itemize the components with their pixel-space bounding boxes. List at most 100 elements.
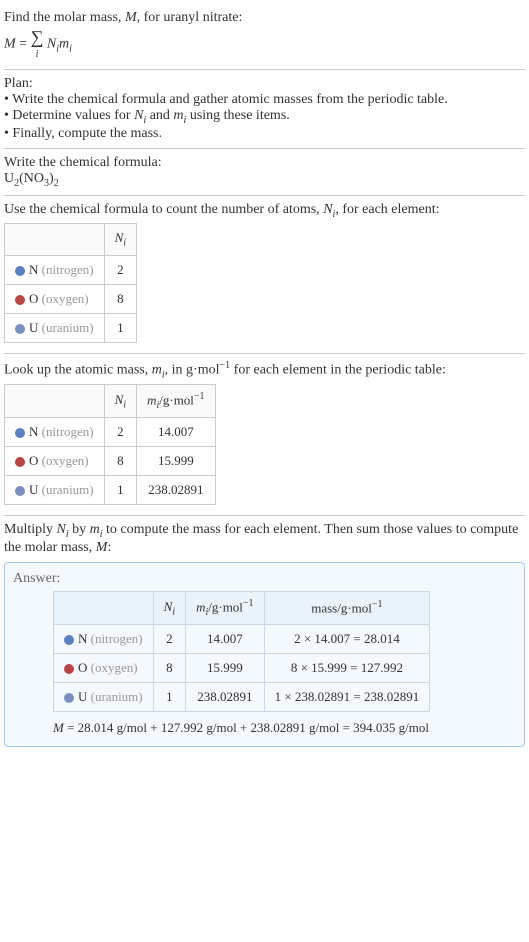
- element-name: (nitrogen): [91, 631, 143, 646]
- sigma-index: i: [36, 49, 39, 60]
- hNsub: i: [123, 400, 126, 411]
- formula-eq: =: [16, 37, 31, 52]
- element-name: (uranium): [42, 320, 94, 335]
- element-dot-icon: [64, 693, 74, 703]
- plan-section: Plan: • Write the chemical formula and g…: [4, 70, 525, 149]
- element-name: (uranium): [42, 482, 94, 497]
- plan-bullet-3: • Finally, compute the mass.: [4, 126, 525, 142]
- mass-table: Ni mi/g·mol−1 N (nitrogen) 2 14.007 O (o…: [4, 384, 216, 505]
- ahN: N: [164, 599, 173, 614]
- element-name: (nitrogen): [42, 424, 94, 439]
- chem-NO: (NO: [19, 171, 44, 186]
- element-symbol: N: [29, 262, 38, 277]
- ahmunit: /g·mol: [208, 599, 243, 614]
- element-symbol: O: [29, 453, 38, 468]
- atomic-mass-section: Look up the atomic mass, mi, in g·mol−1 …: [4, 354, 525, 516]
- formula-m: m: [59, 37, 69, 52]
- count-title-N: N: [323, 202, 332, 217]
- table-row: N (nitrogen) 2: [5, 255, 137, 284]
- mass-title-sup: −1: [220, 360, 231, 371]
- element-symbol: U: [29, 482, 38, 497]
- table-header-row: Ni mi/g·mol−1 mass/g·mol−1: [54, 592, 430, 625]
- table-row: O (oxygen) 8 15.999 8 × 15.999 = 127.992: [54, 654, 430, 683]
- calc-value: 1 × 238.02891 = 238.02891: [264, 683, 430, 712]
- element-dot-icon: [15, 428, 25, 438]
- formula-N: N: [47, 37, 56, 52]
- mass-title-b: , in g·mol: [165, 363, 220, 378]
- count-title: Use the chemical formula to count the nu…: [4, 202, 525, 220]
- count-value: 2: [153, 625, 185, 654]
- table-row: U (uranium) 1 238.02891 1 × 238.02891 = …: [54, 683, 430, 712]
- ahmass: mass/g·mol: [311, 601, 372, 616]
- table-row: U (uranium) 1: [5, 313, 137, 342]
- plan-m: m: [173, 108, 183, 123]
- hNsub: i: [123, 238, 126, 249]
- chem-close-sub: 2: [54, 178, 59, 189]
- mult-M: M: [96, 540, 108, 555]
- chemical-formula: U2(NO3)2: [4, 171, 525, 189]
- chemical-formula-section: Write the chemical formula: U2(NO3)2: [4, 149, 525, 196]
- count-value: 1: [104, 476, 136, 505]
- count-value: 1: [104, 313, 136, 342]
- element-cell: N (nitrogen): [54, 625, 154, 654]
- plan-title: Plan:: [4, 76, 525, 92]
- table-row: N (nitrogen) 2 14.007 2 × 14.007 = 28.01…: [54, 625, 430, 654]
- element-symbol: N: [78, 631, 87, 646]
- intro-text-b: , for uranyl nitrate:: [137, 10, 243, 25]
- sigma: ∑: [31, 27, 44, 47]
- header-Ni: Ni: [104, 385, 136, 418]
- calc-value: 8 × 15.999 = 127.992: [264, 654, 430, 683]
- count-value: 2: [104, 255, 136, 284]
- count-atoms-section: Use the chemical formula to count the nu…: [4, 196, 525, 354]
- count-value: 8: [153, 654, 185, 683]
- final-answer: M = 28.014 g/mol + 127.992 g/mol + 238.0…: [53, 720, 516, 736]
- hmunitsup: −1: [194, 391, 205, 402]
- intro-text: Find the molar mass,: [4, 10, 125, 25]
- calc-value: 2 × 14.007 = 28.014: [264, 625, 430, 654]
- plan-b2-b: and: [146, 108, 173, 123]
- formula-M: M: [4, 37, 16, 52]
- count-table: Ni N (nitrogen) 2 O (oxygen) 8 U (uraniu…: [4, 223, 137, 343]
- mass-value: 14.007: [137, 418, 215, 447]
- chem-U: U: [4, 171, 14, 186]
- element-symbol: O: [29, 291, 38, 306]
- element-symbol: U: [29, 320, 38, 335]
- element-name: (oxygen): [91, 660, 138, 675]
- ahmasssup: −1: [372, 599, 383, 610]
- molar-mass-formula: M = ∑i Nimi: [4, 28, 525, 61]
- ahmunitsup: −1: [243, 598, 254, 609]
- element-cell: O (oxygen): [5, 447, 105, 476]
- element-cell: N (nitrogen): [5, 255, 105, 284]
- header-empty: [54, 592, 154, 625]
- header-Ni: Ni: [153, 592, 185, 625]
- element-cell: U (uranium): [5, 313, 105, 342]
- element-cell: U (uranium): [5, 476, 105, 505]
- table-row: N (nitrogen) 2 14.007: [5, 418, 216, 447]
- plan-b2-c: using these items.: [186, 108, 289, 123]
- element-name: (nitrogen): [42, 262, 94, 277]
- mass-value: 238.02891: [186, 683, 264, 712]
- element-cell: N (nitrogen): [5, 418, 105, 447]
- element-symbol: U: [78, 689, 87, 704]
- element-dot-icon: [15, 266, 25, 276]
- mass-value: 14.007: [186, 625, 264, 654]
- table-row: U (uranium) 1 238.02891: [5, 476, 216, 505]
- plan-bullet-2: • Determine values for Ni and mi using t…: [4, 108, 525, 126]
- plan-bullet-1: • Write the chemical formula and gather …: [4, 92, 525, 108]
- count-title-b: , for each element:: [335, 202, 439, 217]
- table-header-row: Ni mi/g·mol−1: [5, 385, 216, 418]
- header-mi: mi/g·mol−1: [137, 385, 215, 418]
- mass-title-a: Look up the atomic mass,: [4, 363, 152, 378]
- table-row: O (oxygen) 8 15.999: [5, 447, 216, 476]
- hN: N: [115, 230, 124, 245]
- element-dot-icon: [15, 457, 25, 467]
- element-cell: O (oxygen): [5, 284, 105, 313]
- count-title-a: Use the chemical formula to count the nu…: [4, 202, 323, 217]
- final-text: = 28.014 g/mol + 127.992 g/mol + 238.028…: [64, 720, 429, 735]
- mass-value: 238.02891: [137, 476, 215, 505]
- mult-b: by: [69, 522, 90, 537]
- header-mi: mi/g·mol−1: [186, 592, 264, 625]
- multiply-text: Multiply Ni by mi to compute the mass fo…: [4, 522, 525, 556]
- ahNsub: i: [172, 606, 175, 617]
- element-symbol: N: [29, 424, 38, 439]
